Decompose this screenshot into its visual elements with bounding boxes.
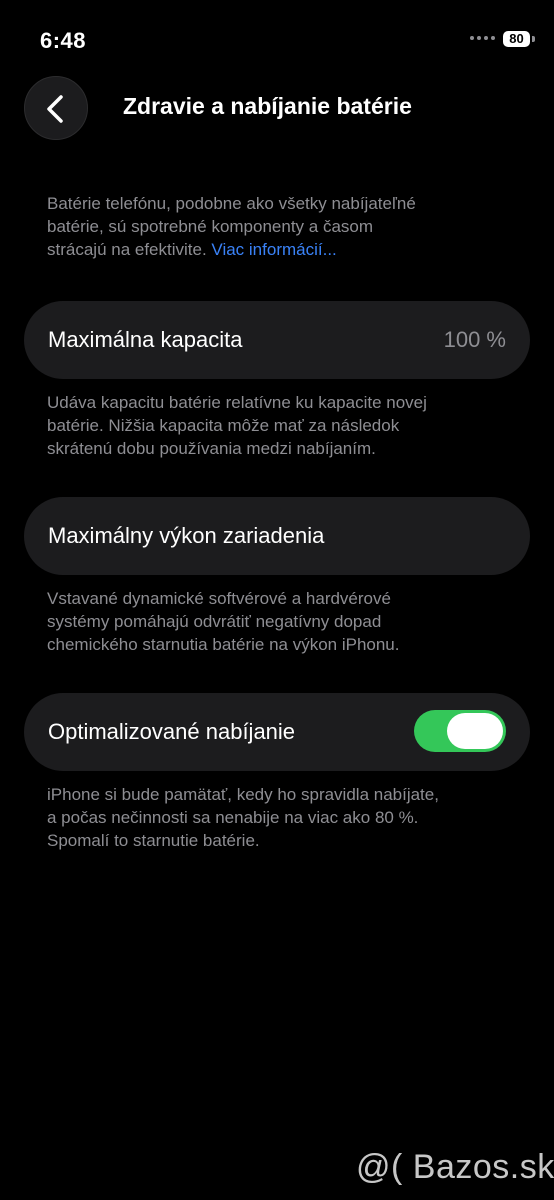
max-capacity-value: 100 % xyxy=(443,327,506,352)
optimized-charging-description: iPhone si bude pamätať, kedy ho spravidl… xyxy=(47,783,517,852)
description-line: a počas nečinnosti sa nenabije na viac a… xyxy=(47,808,419,827)
intro-description: Batérie telefónu, podobne ako všetky nab… xyxy=(47,192,517,261)
description-line: iPhone si bude pamätať, kedy ho spravidl… xyxy=(47,785,439,804)
page-title: Zdravie a nabíjanie batérie xyxy=(123,93,412,119)
description-line: Spomalí to starnutie batérie. xyxy=(47,831,260,850)
status-time: 6:48 xyxy=(40,28,87,53)
optimized-charging-toggle[interactable] xyxy=(414,710,506,752)
peak-performance-row: Maximálny výkon zariadenia xyxy=(24,497,530,575)
chevron-left-icon xyxy=(47,95,63,123)
intro-line: strácajú na efektivite. Viac informácií.… xyxy=(47,238,517,261)
watermark: @( Bazos.sk xyxy=(356,1148,554,1186)
max-capacity-label: Maximálna kapacita xyxy=(48,327,243,352)
toggle-knob xyxy=(447,713,503,749)
battery-icon: 80 xyxy=(503,31,530,47)
description-line: systémy pomáhajú odvrátiť negatívny dopa… xyxy=(47,612,382,631)
battery-tip xyxy=(532,36,535,42)
capacity-description: Udáva kapacitu batérie relatívne ku kapa… xyxy=(47,391,517,460)
description-line: Vstavané dynamické softvérové a hardvéro… xyxy=(47,589,391,608)
description-line: Udáva kapacitu batérie relatívne ku kapa… xyxy=(47,393,427,412)
description-line: batérie. Nižšia kapacita môže mať za nás… xyxy=(47,416,400,435)
status-bar: 6:48 80 xyxy=(0,0,554,80)
cellular-signal-icon xyxy=(470,36,495,40)
more-info-link[interactable]: Viac informácií... xyxy=(211,240,336,259)
intro-last-line: strácajú na efektivite. xyxy=(47,240,212,259)
back-button[interactable] xyxy=(24,76,88,140)
max-capacity-row: Maximálna kapacita 100 % xyxy=(24,301,530,379)
peak-performance-label: Maximálny výkon zariadenia xyxy=(48,523,325,548)
performance-description: Vstavané dynamické softvérové a hardvéro… xyxy=(47,587,517,656)
intro-line: Batérie telefónu, podobne ako všetky nab… xyxy=(47,194,416,213)
description-line: skrátenú dobu používania medzi nabíjaním… xyxy=(47,439,376,458)
description-line: chemického starnutia batérie na výkon iP… xyxy=(47,635,400,654)
intro-line: batérie, sú spotrebné komponenty a časom xyxy=(47,217,374,236)
optimized-charging-label: Optimalizované nabíjanie xyxy=(48,719,296,744)
optimized-charging-row: Optimalizované nabíjanie xyxy=(24,693,530,771)
